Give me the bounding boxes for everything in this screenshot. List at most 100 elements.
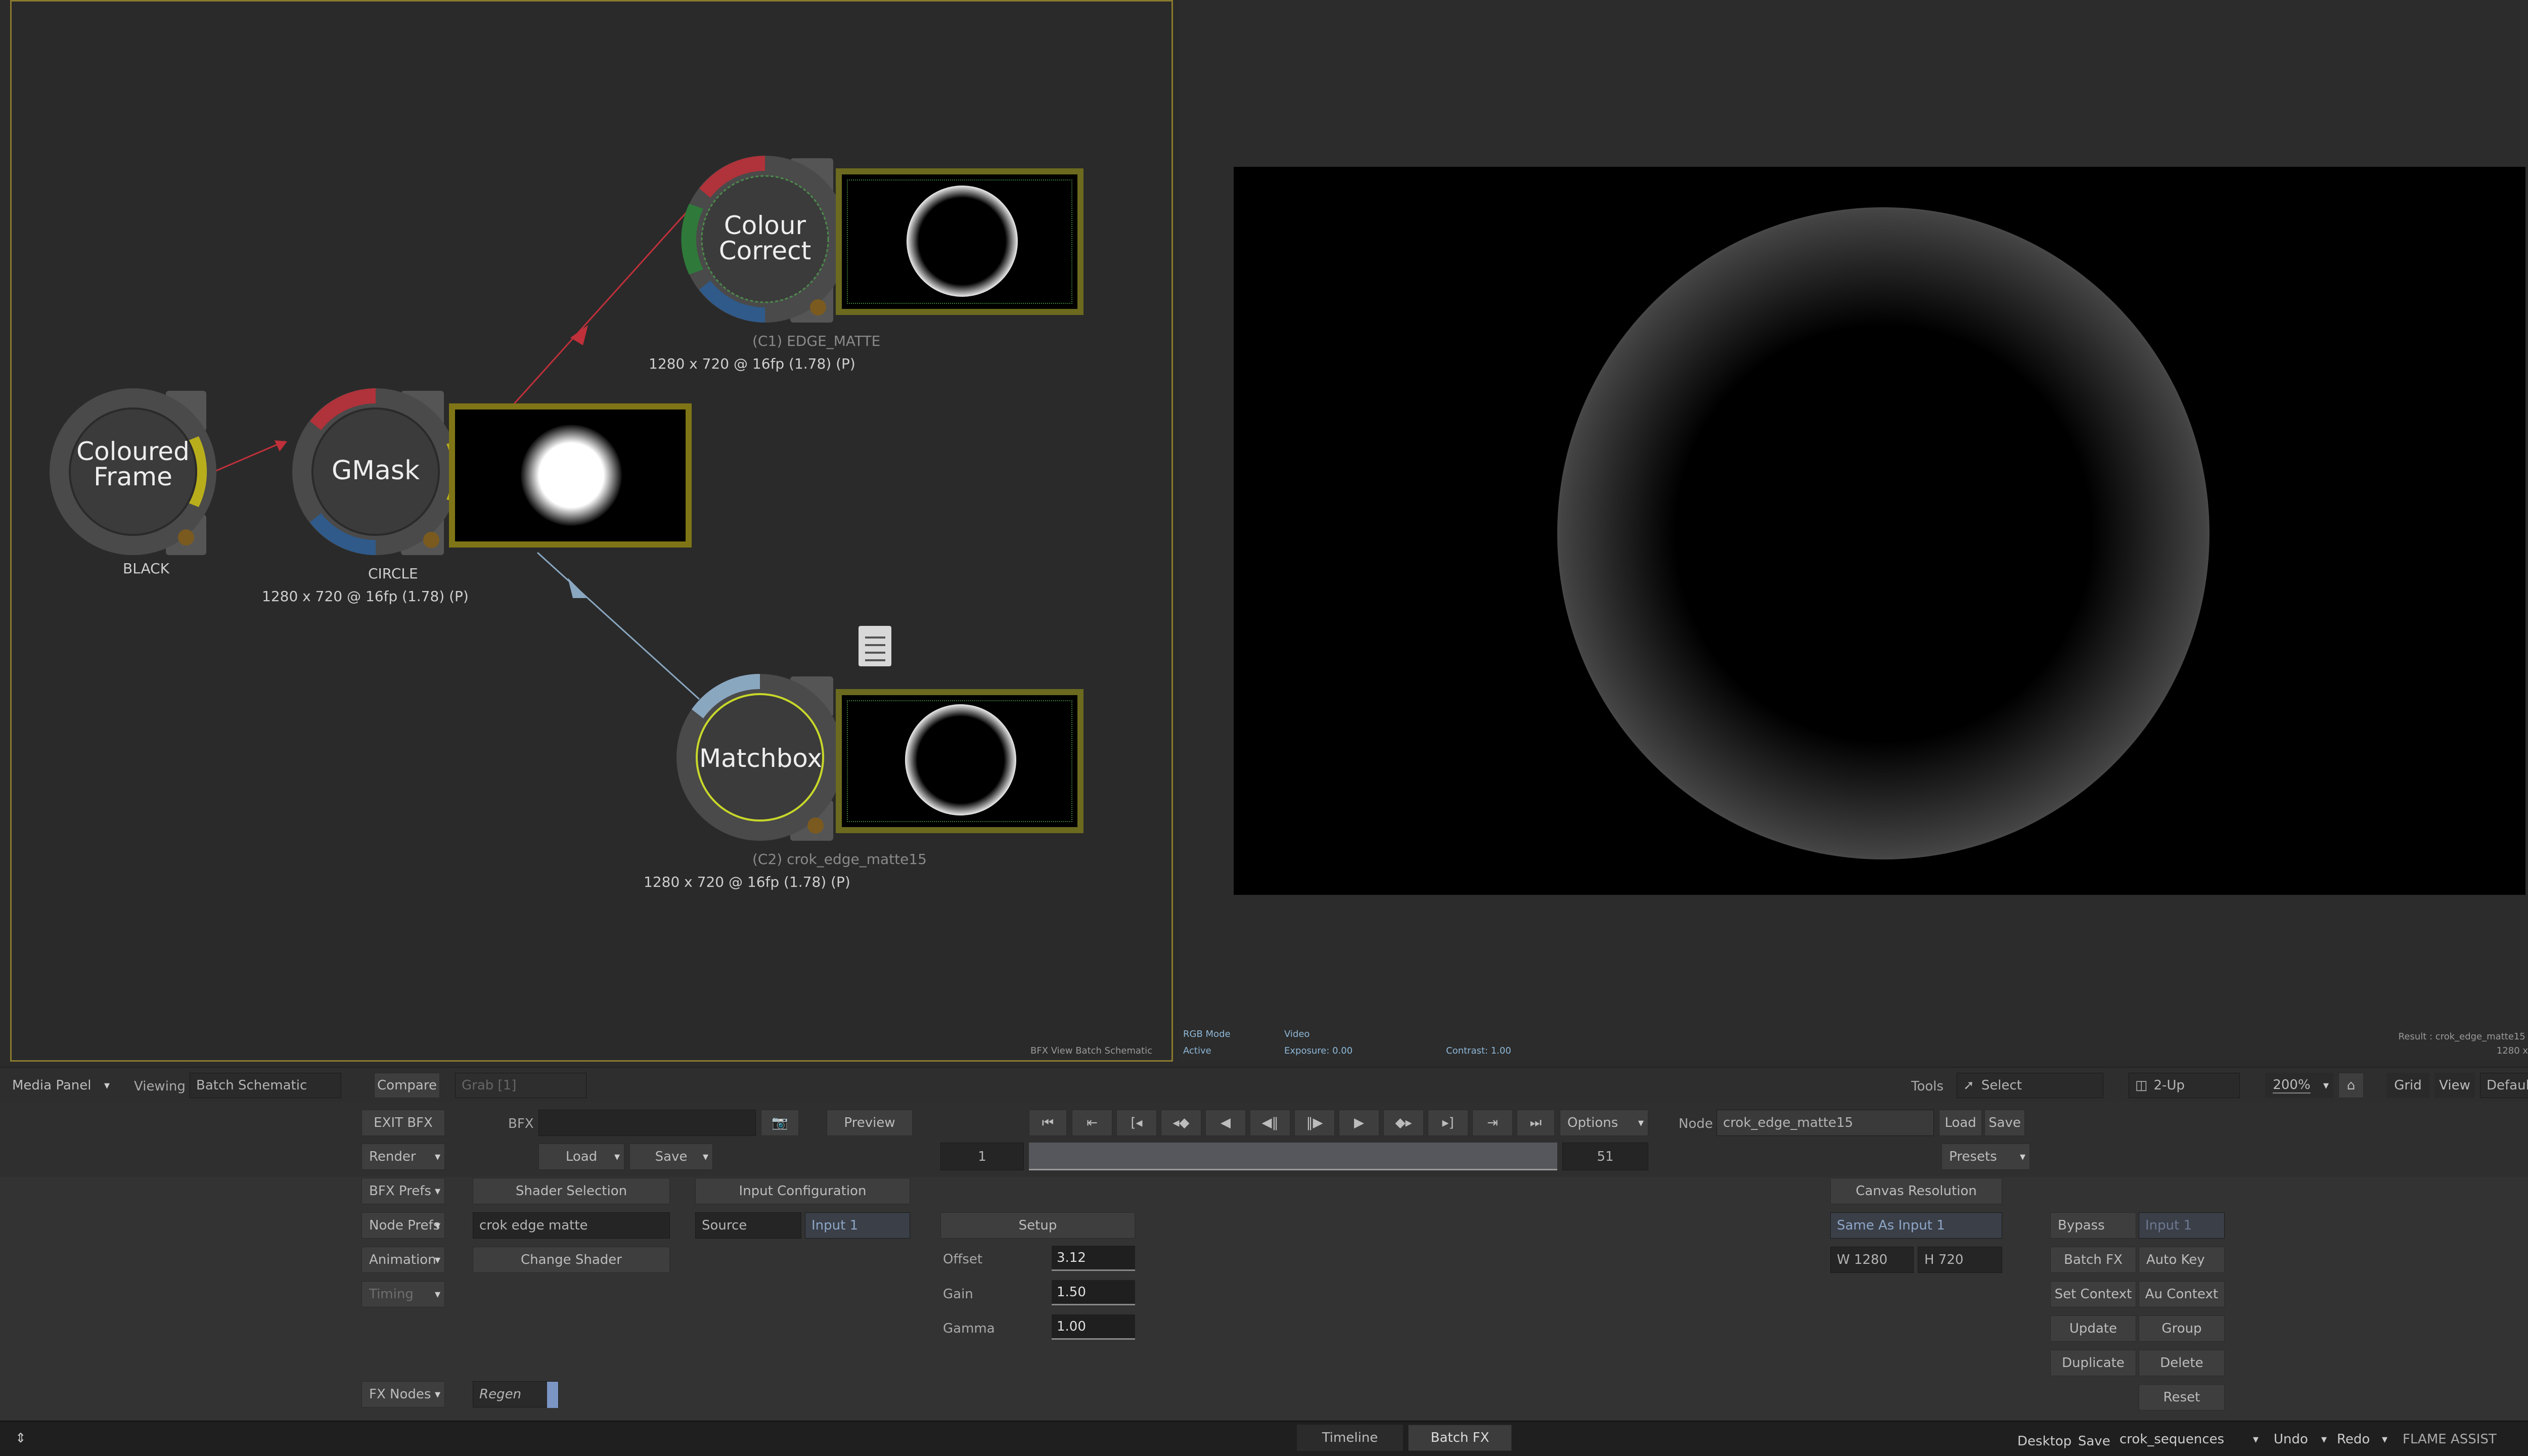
- node-prefs-dropdown[interactable]: Node Prefs: [362, 1212, 445, 1239]
- link-gmask-cc: [511, 203, 695, 407]
- input-configuration-header: Input Configuration: [695, 1178, 910, 1204]
- gain-value[interactable]: 1.50: [1052, 1280, 1135, 1305]
- options-dropdown[interactable]: Options: [1560, 1110, 1648, 1136]
- grab-field[interactable]: Grab [1]: [455, 1073, 586, 1098]
- width-field[interactable]: W 1280: [1830, 1247, 1914, 1273]
- save-button[interactable]: Save: [2078, 1434, 2110, 1449]
- duplicate-button[interactable]: Duplicate: [2050, 1350, 2136, 1376]
- grid-button[interactable]: Grid: [2386, 1073, 2429, 1098]
- exposure-label: Exposure: 0.00: [1284, 1045, 1353, 1056]
- bypass-button[interactable]: Bypass: [2050, 1212, 2136, 1239]
- set-context-button[interactable]: Set Context: [2050, 1281, 2136, 1307]
- compare-button[interactable]: Compare: [374, 1073, 440, 1098]
- bfx-label: BFX: [508, 1116, 534, 1131]
- frame-end-field[interactable]: 51: [1562, 1143, 1648, 1170]
- desktop-button[interactable]: Desktop: [2017, 1434, 2071, 1449]
- view-button[interactable]: View: [2434, 1073, 2475, 1098]
- regen-toggle[interactable]: Regen: [473, 1381, 559, 1408]
- contrast-label: Contrast: 1.00: [1446, 1045, 1511, 1056]
- node-name-matchbox: Matchbox: [699, 744, 822, 773]
- presets-dropdown[interactable]: Presets: [1942, 1144, 2030, 1170]
- prev-key-icon[interactable]: ◂◆: [1161, 1110, 1201, 1136]
- batch-fx-button[interactable]: Batch FX: [2050, 1247, 2136, 1273]
- batch-schematic[interactable]: Coloured Frame BLACK GMask CIRCLE 1280 x…: [10, 0, 1173, 1062]
- change-shader-button[interactable]: Change Shader: [473, 1247, 670, 1273]
- render-dropdown[interactable]: Render: [362, 1144, 445, 1170]
- regen-indicator: [547, 1382, 558, 1408]
- bfx-prefs-dropdown[interactable]: BFX Prefs: [362, 1178, 445, 1204]
- exit-bfx-button[interactable]: EXIT BFX: [362, 1110, 445, 1136]
- same-as-input-field[interactable]: Same As Input 1: [1830, 1212, 2002, 1239]
- load-dropdown[interactable]: Load: [538, 1144, 624, 1170]
- node-load-button[interactable]: Load: [1939, 1110, 1982, 1136]
- select-tool-label: Select: [1981, 1078, 2022, 1093]
- expand-icon[interactable]: ⇕: [15, 1431, 26, 1446]
- node-save-button[interactable]: Save: [1984, 1110, 2025, 1136]
- shader-name-field[interactable]: crok edge matte: [473, 1212, 670, 1239]
- two-up-layout[interactable]: ◫ 2-Up: [2129, 1073, 2240, 1098]
- height-field[interactable]: H 720: [1918, 1247, 2002, 1273]
- auto-key-button[interactable]: Auto Key: [2139, 1247, 2225, 1273]
- viewing-field[interactable]: Batch Schematic: [190, 1073, 341, 1098]
- gmask-thumbnail[interactable]: [449, 403, 692, 548]
- play-reverse-icon[interactable]: ◀: [1205, 1110, 1246, 1136]
- viewer[interactable]: RGB Mode Active Video Exposure: 0.00 Con…: [1178, 0, 2528, 1062]
- matchbox-thumbnail[interactable]: [836, 689, 1084, 833]
- default-field[interactable]: Default: [2480, 1073, 2528, 1098]
- select-tool[interactable]: ➚ Select: [1957, 1073, 2103, 1098]
- node-label: Node: [1679, 1116, 1713, 1131]
- delete-button[interactable]: Delete: [2139, 1350, 2225, 1376]
- tab-batch-fx[interactable]: Batch FX: [1408, 1425, 1512, 1451]
- au-context-button[interactable]: Au Context: [2139, 1281, 2225, 1307]
- app-menu[interactable]: FLAME ASSIST: [2397, 1428, 2528, 1451]
- viewer-image[interactable]: [1234, 167, 2525, 895]
- timeline-scrubber[interactable]: [1029, 1143, 1557, 1170]
- redo-dropdown[interactable]: Redo: [2331, 1428, 2391, 1451]
- input-1-field[interactable]: Input 1: [805, 1212, 910, 1239]
- zoom-dropdown[interactable]: 200%: [2265, 1073, 2333, 1098]
- node-resolution-gmask: 1280 x 720 @ 16fp (1.78) (P): [262, 588, 469, 605]
- fx-nodes-dropdown[interactable]: FX Nodes: [362, 1381, 445, 1407]
- bypass-input-field[interactable]: Input 1: [2139, 1212, 2225, 1239]
- tab-timeline[interactable]: Timeline: [1297, 1425, 1403, 1451]
- colour-correct-thumbnail[interactable]: [836, 168, 1084, 315]
- batch-fx-panel: EXIT BFX Render BFX Prefs Node Prefs Ani…: [0, 1102, 2528, 1421]
- update-button[interactable]: Update: [2050, 1315, 2136, 1342]
- link-arrow: [570, 325, 588, 345]
- animation-dropdown[interactable]: Animation: [362, 1247, 445, 1273]
- project-dropdown[interactable]: crok_sequences: [2113, 1428, 2263, 1451]
- regen-label: Regen: [479, 1387, 522, 1402]
- offset-value[interactable]: 3.12: [1052, 1246, 1135, 1271]
- undo-dropdown[interactable]: Undo: [2268, 1428, 2331, 1451]
- rgb-mode-label: RGB Mode: [1183, 1029, 1231, 1039]
- play-icon[interactable]: ▶: [1339, 1110, 1379, 1136]
- goto-out-icon[interactable]: ▸]: [1428, 1110, 1468, 1136]
- goto-in-icon[interactable]: [◂: [1116, 1110, 1157, 1136]
- bfx-name-field[interactable]: [538, 1110, 756, 1136]
- prev-keyframe-icon[interactable]: ⇤: [1072, 1110, 1112, 1136]
- group-button[interactable]: Group: [2139, 1315, 2225, 1342]
- source-field: Source: [695, 1212, 801, 1239]
- node-name-colour-correct: Colour Correct: [718, 211, 811, 265]
- goto-start-icon[interactable]: ⏮: [1029, 1110, 1067, 1136]
- save-dropdown[interactable]: Save: [629, 1144, 713, 1170]
- step-forward-icon[interactable]: ‖▶: [1294, 1110, 1335, 1136]
- next-key-icon[interactable]: ◆▸: [1383, 1110, 1424, 1136]
- node-label-black: BLACK: [123, 560, 170, 577]
- step-back-icon[interactable]: ◀‖: [1250, 1110, 1290, 1136]
- video-label: Video: [1284, 1029, 1310, 1039]
- node-label-circle: CIRCLE: [368, 565, 418, 582]
- goto-end-icon[interactable]: ⏭: [1517, 1110, 1555, 1136]
- timing-dropdown[interactable]: Timing: [362, 1281, 445, 1307]
- reset-button[interactable]: Reset: [2139, 1384, 2225, 1410]
- next-keyframe-icon[interactable]: ⇥: [1472, 1110, 1513, 1136]
- frame-start-field[interactable]: 1: [940, 1143, 1024, 1170]
- home-icon[interactable]: ⌂: [2338, 1073, 2364, 1098]
- node-name-field[interactable]: crok_edge_matte15: [1717, 1110, 1934, 1136]
- gamma-value[interactable]: 1.00: [1052, 1314, 1135, 1340]
- camera-icon[interactable]: 📷: [761, 1110, 799, 1136]
- view-controls-bar: Media Panel Viewing Batch Schematic Comp…: [0, 1067, 2528, 1102]
- media-panel-dropdown[interactable]: Media Panel: [5, 1073, 114, 1098]
- two-up-label: 2-Up: [2153, 1078, 2185, 1093]
- preview-button[interactable]: Preview: [827, 1110, 913, 1136]
